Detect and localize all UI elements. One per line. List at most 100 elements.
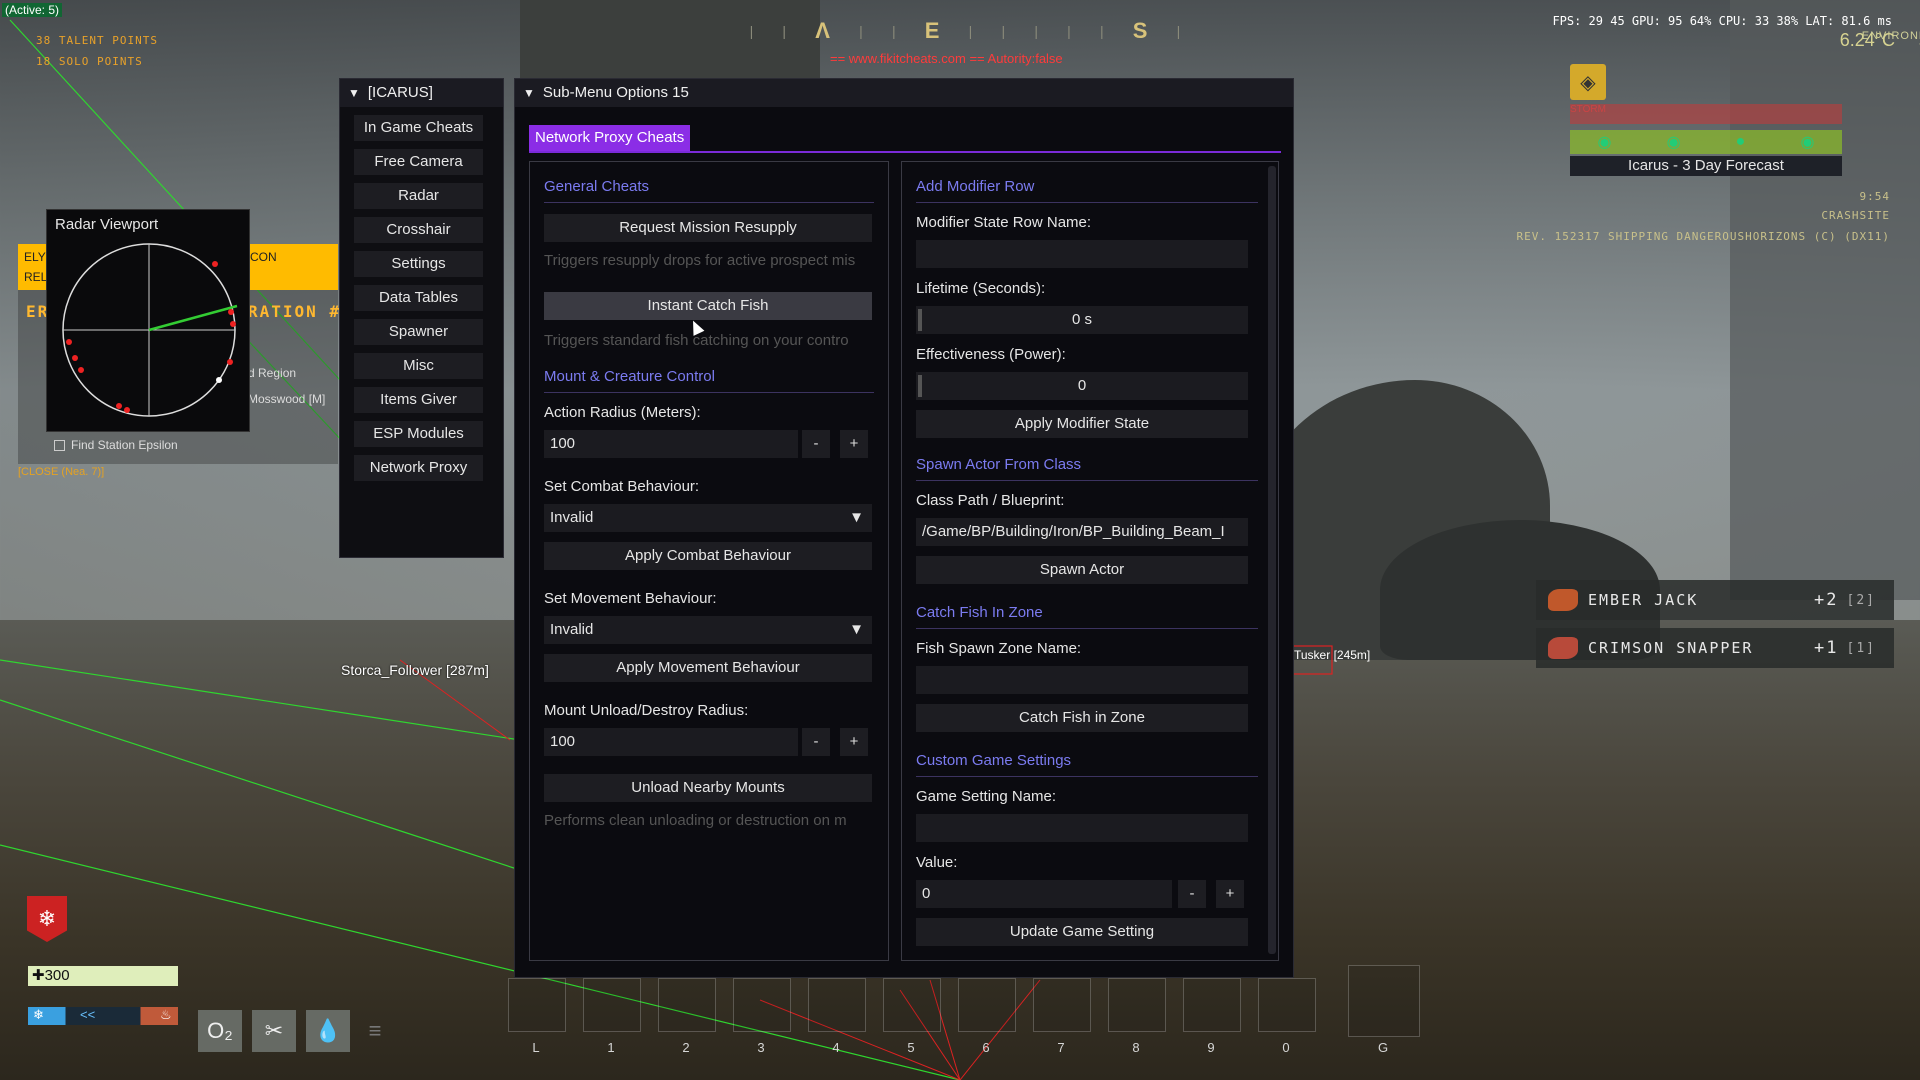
objective-close: [CLOSE (Nea. 7)] bbox=[18, 466, 105, 478]
hotbar-slot[interactable] bbox=[508, 978, 566, 1032]
radar-title: Radar Viewport bbox=[55, 216, 159, 233]
action-radius-input[interactable]: 100 bbox=[544, 430, 798, 458]
class-path-input[interactable]: /Game/BP/Building/Iron/BP_Building_Beam_… bbox=[916, 518, 1248, 546]
hotbar-slot[interactable] bbox=[733, 978, 791, 1032]
menu-header[interactable]: ▼ [ICARUS] bbox=[340, 79, 503, 107]
forecast-icon: ◉ bbox=[1597, 134, 1612, 151]
action-radius-decrement[interactable]: - bbox=[802, 430, 830, 458]
dropdown-arrow-icon[interactable]: ▼ bbox=[849, 616, 864, 644]
unload-radius-decrement[interactable]: - bbox=[802, 728, 830, 756]
weather-forecast: ◈ STORM ◉ ◉ ● ◉ Icarus - 3 Day Forecast bbox=[1570, 64, 1842, 176]
objective-banner-text: CON bbox=[250, 250, 277, 264]
talent-points: 38 TALENT POINTS bbox=[36, 34, 158, 47]
section-divider bbox=[544, 202, 874, 203]
menu-item-spawner[interactable]: Spawner bbox=[354, 319, 483, 345]
menu-item-items-giver[interactable]: Items Giver bbox=[354, 387, 483, 413]
section-divider bbox=[916, 202, 1258, 203]
hotbar-slot[interactable] bbox=[883, 978, 941, 1032]
hotbar-slot[interactable] bbox=[583, 978, 641, 1032]
section-general-cheats: General Cheats bbox=[544, 178, 650, 195]
menu-item-in-game-cheats[interactable]: In Game Cheats bbox=[354, 115, 483, 141]
hotbar-slot[interactable] bbox=[958, 978, 1016, 1032]
instant-catch-fish-button[interactable]: Instant Catch Fish bbox=[544, 292, 872, 320]
hotbar-slot[interactable] bbox=[658, 978, 716, 1032]
loot-total: [1] bbox=[1846, 640, 1876, 656]
collapse-triangle-icon[interactable]: ▼ bbox=[348, 79, 360, 107]
menu-item-network-proxy[interactable]: Network Proxy bbox=[354, 455, 483, 481]
forecast-icon: ◉ bbox=[1666, 134, 1681, 151]
unload-mounts-button[interactable]: Unload Nearby Mounts bbox=[544, 774, 872, 802]
loot-total: [2] bbox=[1846, 592, 1876, 608]
find-station-checkbox[interactable] bbox=[54, 439, 65, 451]
value-increment[interactable]: + bbox=[1216, 880, 1244, 908]
game-setting-name-input[interactable] bbox=[916, 814, 1248, 842]
loot-name: CRIMSON SNAPPER bbox=[1588, 639, 1754, 657]
apply-movement-button[interactable]: Apply Movement Behaviour bbox=[544, 654, 872, 682]
objective-title: RATION # bbox=[248, 302, 342, 321]
collapse-triangle-icon[interactable]: ▼ bbox=[523, 79, 535, 107]
update-game-setting-button[interactable]: Update Game Setting bbox=[916, 918, 1248, 946]
effectiveness-slider[interactable]: 0 bbox=[916, 372, 1248, 400]
loot-count: +1 bbox=[1814, 638, 1839, 658]
lifetime-slider[interactable]: 0 s bbox=[916, 306, 1248, 334]
find-station-label: Find Station Epsilon bbox=[71, 438, 178, 452]
hotbar-label: 3 bbox=[757, 1040, 765, 1055]
temp-label: ENVIRONMENT TEMP bbox=[1861, 30, 1920, 54]
cold-icon: ❄ bbox=[33, 1007, 44, 1022]
unload-radius-input[interactable]: 100 bbox=[544, 728, 798, 756]
menu-item-free-camera[interactable]: Free Camera bbox=[354, 149, 483, 175]
radar-display bbox=[62, 243, 238, 417]
find-station-option[interactable]: Find Station Epsilon bbox=[54, 438, 178, 452]
dropdown-arrow-icon[interactable]: ▼ bbox=[849, 504, 864, 532]
combat-behaviour-select[interactable]: Invalid ▼ bbox=[544, 504, 872, 532]
hotbar-slot[interactable] bbox=[1033, 978, 1091, 1032]
hotbar-slot[interactable] bbox=[1108, 978, 1166, 1032]
hotbar-slot-special[interactable] bbox=[1348, 965, 1420, 1037]
catch-fish-zone-button[interactable]: Catch Fish in Zone bbox=[916, 704, 1248, 732]
action-radius-increment[interactable]: + bbox=[840, 430, 868, 458]
slider-grab[interactable] bbox=[918, 309, 922, 331]
menu-item-settings[interactable]: Settings bbox=[354, 251, 483, 277]
left-column: General Cheats Request Mission Resupply … bbox=[529, 161, 889, 961]
spawn-actor-button[interactable]: Spawn Actor bbox=[916, 556, 1248, 584]
menu-item-data-tables[interactable]: Data Tables bbox=[354, 285, 483, 311]
menu-title: [ICARUS] bbox=[367, 84, 433, 101]
hotbar-slot[interactable] bbox=[1183, 978, 1241, 1032]
fish-zone-input[interactable] bbox=[916, 666, 1248, 694]
apply-combat-button[interactable]: Apply Combat Behaviour bbox=[544, 542, 872, 570]
lifetime-label: Lifetime (Seconds): bbox=[916, 280, 1046, 297]
menu-item-radar[interactable]: Radar bbox=[354, 183, 483, 209]
hotbar-slot[interactable] bbox=[1258, 978, 1316, 1032]
class-path-label: Class Path / Blueprint: bbox=[916, 492, 1065, 509]
radar-viewport[interactable]: Radar Viewport bbox=[46, 209, 250, 432]
menu-item-esp-modules[interactable]: ESP Modules bbox=[354, 421, 483, 447]
slider-grab[interactable] bbox=[918, 375, 922, 397]
menu-item-crosshair[interactable]: Crosshair bbox=[354, 217, 483, 243]
hotbar-label: 9 bbox=[1207, 1040, 1215, 1055]
crashsite-label: CRASHSITE bbox=[1821, 209, 1890, 222]
effectiveness-value: 0 bbox=[1077, 377, 1087, 394]
unload-radius-increment[interactable]: + bbox=[840, 728, 868, 756]
submenu-header[interactable]: ▼ Sub-Menu Options 15 bbox=[515, 79, 1293, 107]
hotbar-label: 6 bbox=[982, 1040, 990, 1055]
unload-hint: Performs clean unloading or destruction … bbox=[544, 812, 847, 829]
value-input[interactable]: 0 bbox=[916, 880, 1172, 908]
health-bar: ✚300 bbox=[28, 966, 178, 986]
apply-modifier-button[interactable]: Apply Modifier State bbox=[916, 410, 1248, 438]
hotbar-label: G bbox=[1377, 1040, 1389, 1055]
water-icon: 💧 bbox=[306, 1010, 350, 1052]
value-label: Value: bbox=[916, 854, 958, 871]
menu-item-misc[interactable]: Misc bbox=[354, 353, 483, 379]
hotbar-label: 4 bbox=[832, 1040, 840, 1055]
loot-name: EMBER JACK bbox=[1588, 591, 1699, 609]
hotbar-label: 2 bbox=[682, 1040, 690, 1055]
hotbar-slot[interactable] bbox=[808, 978, 866, 1032]
tab-network-proxy-cheats[interactable]: Network Proxy Cheats bbox=[529, 125, 691, 151]
movement-behaviour-select[interactable]: Invalid ▼ bbox=[544, 616, 872, 644]
value-decrement[interactable]: - bbox=[1178, 880, 1206, 908]
catch-fish-hint: Triggers standard fish catching on your … bbox=[544, 332, 849, 349]
modifier-row-input[interactable] bbox=[916, 240, 1248, 268]
loot-notification: EMBER JACK +2 [2] bbox=[1536, 580, 1894, 620]
right-column-scrollbar[interactable] bbox=[1268, 166, 1276, 954]
request-resupply-button[interactable]: Request Mission Resupply bbox=[544, 214, 872, 242]
